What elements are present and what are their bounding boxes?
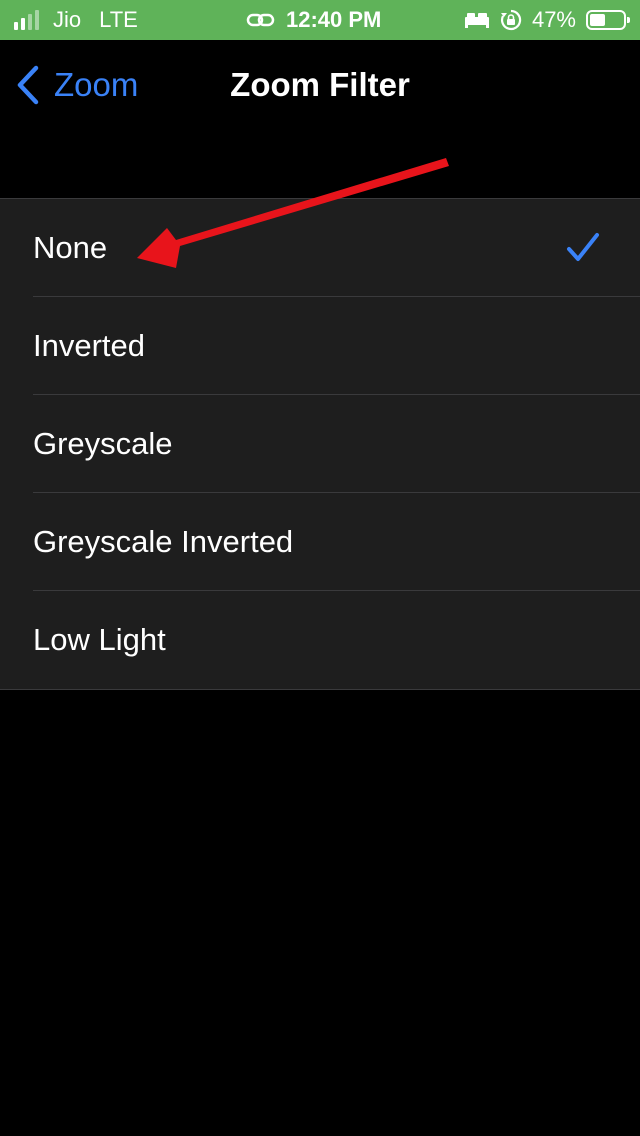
- network-type: LTE: [99, 7, 138, 32]
- filter-option-greyscale[interactable]: Greyscale: [0, 395, 640, 493]
- carrier-name: Jio: [53, 7, 82, 32]
- filter-option-label: Low Light: [33, 622, 166, 657]
- rotation-lock-icon: [500, 9, 522, 31]
- filter-option-label: None: [33, 230, 108, 265]
- status-bar: Jio LTE 12:40 PM 47%: [0, 0, 640, 40]
- filter-option-none[interactable]: None: [0, 199, 640, 297]
- checkmark-icon: [567, 233, 599, 261]
- battery-percent: 47%: [531, 7, 576, 32]
- status-left: Jio LTE: [14, 0, 138, 40]
- signal-bars-icon: [14, 10, 39, 30]
- status-right: 47%: [464, 0, 630, 40]
- battery-fill: [590, 14, 605, 26]
- nav-bar: Zoom Zoom Filter: [0, 40, 640, 130]
- screen: Jio LTE 12:40 PM 47% Zoom Zoom Filter No…: [0, 0, 640, 1136]
- link-icon: [246, 13, 275, 27]
- bed-icon: [464, 13, 489, 28]
- filter-list: None Inverted Greyscale Greyscale Invert…: [0, 198, 640, 690]
- filter-option-low-light[interactable]: Low Light: [0, 591, 640, 689]
- filter-option-greyscale-inverted[interactable]: Greyscale Inverted: [0, 493, 640, 591]
- page-title: Zoom Filter: [230, 66, 410, 103]
- battery-icon: [586, 10, 630, 30]
- status-center: 12:40 PM: [246, 0, 381, 40]
- status-time: 12:40 PM: [286, 7, 382, 32]
- filter-option-label: Greyscale Inverted: [33, 524, 294, 559]
- filter-option-inverted[interactable]: Inverted: [0, 297, 640, 395]
- filter-option-label: Greyscale: [33, 426, 173, 461]
- filter-option-label: Inverted: [33, 328, 146, 363]
